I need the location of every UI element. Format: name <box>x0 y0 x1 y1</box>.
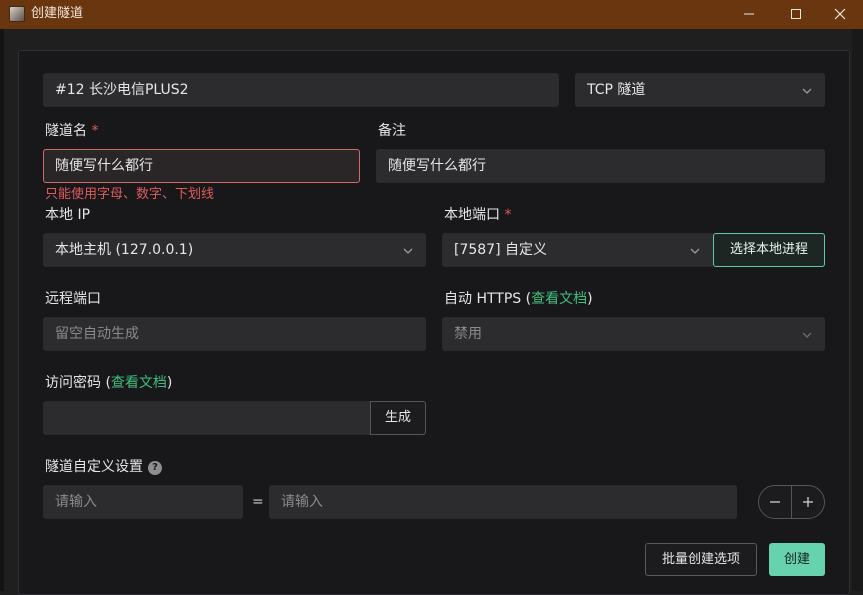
remove-row-button[interactable] <box>759 486 791 518</box>
access-password-label-suffix: ) <box>166 375 173 391</box>
tunnel-name-label-text: 隧道名 <box>45 123 87 139</box>
tunnel-name-error: 只能使用字母、数字、下划线 <box>45 187 215 202</box>
tunnel-type-select[interactable]: TCP 隧道 <box>575 73 825 107</box>
remote-port-placeholder: 留空自动生成 <box>55 326 139 342</box>
required-mark: * <box>91 123 99 139</box>
chevron-down-icon <box>802 332 812 338</box>
node-select-value: #12 长沙电信PLUS2 <box>55 82 189 98</box>
auto-https-select[interactable]: 禁用 <box>442 317 825 351</box>
scrollbar-track[interactable] <box>852 29 863 591</box>
remark-input[interactable]: 随便写什么都行 <box>376 149 825 183</box>
access-password-doc-link[interactable]: 查看文档 <box>111 375 167 391</box>
custom-value-placeholder: 请输入 <box>281 494 323 510</box>
remark-value: 随便写什么都行 <box>388 158 486 174</box>
auto-https-label: 自动 HTTPS (查看文档) <box>444 290 593 308</box>
select-local-process-button[interactable]: 选择本地进程 <box>713 233 825 267</box>
tunnel-name-value: 随便写什么都行 <box>55 158 153 174</box>
auto-https-doc-link[interactable]: 查看文档 <box>531 291 587 307</box>
required-mark: * <box>504 207 512 223</box>
window-title: 创建隧道 <box>31 6 84 21</box>
remote-port-input[interactable]: 留空自动生成 <box>43 317 426 351</box>
tunnel-type-value: TCP 隧道 <box>587 82 646 98</box>
access-password-label: 访问密码 (查看文档) <box>45 374 172 392</box>
chevron-down-icon <box>403 248 413 254</box>
custom-value-input[interactable]: 请输入 <box>269 485 737 519</box>
local-ip-label: 本地 IP <box>45 207 91 223</box>
tunnel-name-label: 隧道名 * <box>45 122 98 140</box>
close-button[interactable] <box>817 0 863 29</box>
maximize-button[interactable] <box>773 0 819 29</box>
local-port-select[interactable]: [7587] 自定义 <box>442 233 713 267</box>
local-port-value: [7587] 自定义 <box>454 242 548 258</box>
access-password-input[interactable] <box>43 401 370 435</box>
chevron-down-icon <box>802 88 812 94</box>
maximize-icon <box>791 9 801 19</box>
minimize-button[interactable] <box>726 0 772 29</box>
remote-port-label: 远程端口 <box>45 291 101 307</box>
plus-icon <box>803 497 813 507</box>
auto-https-value: 禁用 <box>454 326 482 342</box>
custom-key-input[interactable]: 请输入 <box>43 485 243 519</box>
question-circle-icon[interactable]: ? <box>148 461 162 475</box>
local-port-label: 本地端口 * <box>444 206 511 224</box>
minimize-icon <box>744 13 754 15</box>
add-row-button[interactable] <box>792 486 824 518</box>
batch-create-options-button[interactable]: 批量创建选项 <box>645 543 757 576</box>
custom-settings-label: 隧道自定义设置 <box>45 459 143 475</box>
node-select[interactable]: #12 长沙电信PLUS2 <box>43 73 559 107</box>
custom-key-placeholder: 请输入 <box>55 494 97 510</box>
auto-https-label-prefix: 自动 HTTPS ( <box>444 291 532 307</box>
local-ip-value: 本地主机 (127.0.0.1) <box>55 242 194 258</box>
generate-password-button[interactable]: 生成 <box>370 401 426 435</box>
tunnel-name-input[interactable]: 随便写什么都行 <box>43 149 360 183</box>
create-button[interactable]: 创建 <box>769 543 825 576</box>
local-port-label-text: 本地端口 <box>444 207 500 223</box>
local-ip-select[interactable]: 本地主机 (127.0.0.1) <box>43 233 426 267</box>
access-password-label-prefix: 访问密码 ( <box>45 375 111 391</box>
minus-icon <box>770 501 780 503</box>
chevron-down-icon <box>690 248 700 254</box>
window-edge-left <box>0 29 4 591</box>
equals-sign: = <box>252 494 264 510</box>
custom-settings-stepper <box>758 485 825 519</box>
close-icon <box>834 8 846 20</box>
auto-https-label-suffix: ) <box>587 291 593 307</box>
window-titlebar: 创建隧道 <box>0 0 863 29</box>
app-icon <box>9 6 25 22</box>
remark-label: 备注 <box>378 123 406 139</box>
